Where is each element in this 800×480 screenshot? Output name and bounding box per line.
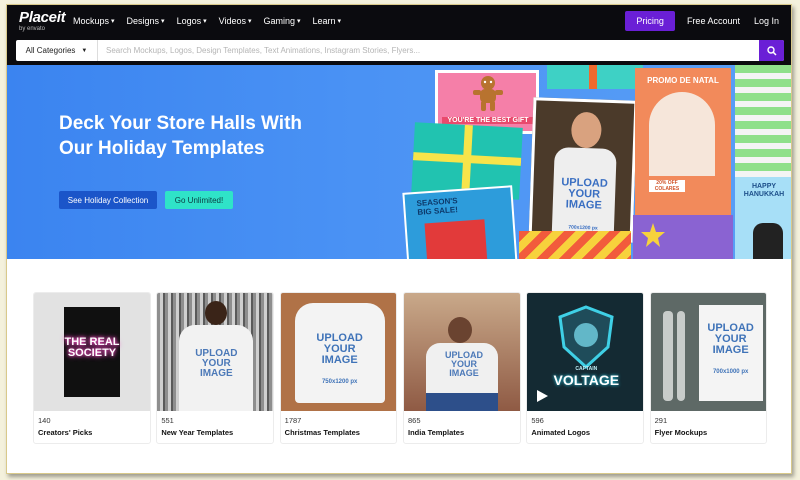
- category-card-creators-picks[interactable]: THE REAL SOCIETY 140 Creators' Picks: [33, 292, 151, 444]
- hero-upload-text: UPLOAD YOUR IMAGE: [561, 176, 608, 212]
- category-card-india[interactable]: UPLOAD YOUR IMAGE 865 India Templates: [402, 292, 521, 444]
- logo-subtext: by envato: [19, 26, 46, 32]
- card-thumbnail: CAPTAIN VOLTAGE: [527, 293, 644, 411]
- creators-picks-art: THE REAL SOCIETY: [64, 336, 120, 359]
- card-count: 1787: [284, 416, 302, 425]
- menu-label: Videos: [218, 16, 246, 26]
- hero-tile-gift-box-top: [547, 65, 643, 89]
- menu-label: Mockups: [73, 16, 110, 26]
- see-holiday-collection-button[interactable]: See Holiday Collection: [59, 191, 157, 209]
- hero-tile-sale-text: SEASON'S BIG SALE!: [416, 196, 459, 217]
- hero-tile-hanukkah-text: HAPPY HANUKKAH: [743, 183, 785, 198]
- hero-tile-hanukkah[interactable]: HAPPY HANUKKAH: [735, 177, 791, 259]
- card-count: 140: [38, 416, 51, 425]
- pricing-button[interactable]: Pricing: [625, 11, 675, 31]
- login-link[interactable]: Log In: [754, 16, 779, 26]
- menu-label: Learn: [312, 16, 336, 26]
- chevron-down-icon: ▾: [111, 18, 115, 25]
- card-thumbnail: UPLOAD YOUR IMAGE: [157, 293, 274, 411]
- card-thumbnail: THE REAL SOCIETY: [34, 293, 150, 411]
- card-title: Creators' Picks: [38, 428, 93, 437]
- chevron-down-icon: ▾: [203, 18, 207, 25]
- card-thumbnail: UPLOAD YOUR IMAGE 750x1200 px: [280, 293, 397, 411]
- hero-title: Deck Your Store Halls With Our Holiday T…: [59, 113, 303, 159]
- menu-label: Gaming: [263, 16, 295, 26]
- hero-tile-star: [633, 215, 733, 259]
- india-art: UPLOAD YOUR IMAGE: [444, 350, 483, 378]
- card-thumbnail: UPLOAD YOUR IMAGE: [403, 293, 520, 411]
- hero-tile-promo-text: PROMO DE NATAL: [647, 76, 719, 85]
- menu-label: Logos: [176, 16, 202, 26]
- hero-tile-stripes: [735, 65, 791, 185]
- go-unlimited-button[interactable]: Go Unlimited!: [165, 191, 233, 209]
- play-icon[interactable]: [535, 389, 549, 403]
- logo-text: Placeit: [19, 9, 66, 26]
- category-select-value: All Categories: [25, 46, 76, 55]
- shield-icon: [558, 305, 614, 369]
- category-cards: THE REAL SOCIETY 140 Creators' Picks UPL…: [33, 292, 773, 444]
- menu-learn[interactable]: Learn ▾: [313, 16, 342, 26]
- gingerbread-icon: [473, 76, 503, 111]
- flyer-art: UPLOAD YOUR IMAGE: [707, 322, 754, 356]
- free-account-link[interactable]: Free Account: [687, 16, 740, 26]
- christmas-art: UPLOAD YOUR IMAGE: [316, 332, 363, 366]
- search-bar: All Categories ▼: [7, 37, 791, 65]
- category-card-animated-logos[interactable]: CAPTAIN VOLTAGE 596 Animated Logos: [526, 292, 645, 444]
- card-count: 596: [531, 416, 544, 425]
- star-icon: [641, 223, 665, 247]
- hero-tile-colares-text: 20% OFF COLARES: [649, 180, 685, 192]
- search-input[interactable]: [98, 46, 759, 55]
- menu-gaming[interactable]: Gaming ▾: [263, 16, 300, 26]
- search-container: All Categories ▼: [16, 40, 784, 61]
- card-title: Flyer Mockups: [654, 428, 708, 437]
- hero-banner: Deck Your Store Halls With Our Holiday T…: [7, 65, 791, 259]
- hero-tile-tshirt-model[interactable]: UPLOAD YOUR IMAGE 700x1200 px: [528, 97, 638, 243]
- category-card-christmas[interactable]: UPLOAD YOUR IMAGE 750x1200 px 1787 Chris…: [279, 292, 398, 444]
- browser-frame: Placeit by envato Mockups ▾ Designs ▾ Logo…: [6, 4, 792, 474]
- hero-tile-promo[interactable]: PROMO DE NATAL 20% OFF COLARES: [635, 68, 731, 218]
- hero-tile-seasons-sale[interactable]: SEASON'S BIG SALE!: [402, 185, 518, 259]
- nav-right: Pricing Free Account Log In: [625, 11, 791, 31]
- card-title: India Templates: [407, 428, 465, 437]
- category-card-flyer-mockups[interactable]: UPLOAD YOUR IMAGE 700x1000 px 291 Flyer …: [649, 292, 768, 444]
- flyer-art-size: 700x1000 px: [712, 369, 749, 375]
- chevron-down-icon: ▾: [247, 18, 252, 25]
- search-button[interactable]: [759, 40, 784, 61]
- card-title: New Year Templates: [161, 428, 234, 437]
- logo-art: VOLTAGE: [553, 372, 620, 388]
- category-select[interactable]: All Categories ▼: [16, 40, 98, 61]
- search-icon: [766, 45, 777, 56]
- placeit-logo[interactable]: Placeit by envato: [19, 9, 66, 32]
- card-count: 551: [161, 416, 174, 425]
- christmas-art-size: 750x1200 px: [321, 379, 358, 385]
- menu-designs[interactable]: Designs ▾: [127, 16, 165, 26]
- card-thumbnail: UPLOAD YOUR IMAGE 700x1000 px: [650, 293, 767, 411]
- category-card-new-year[interactable]: UPLOAD YOUR IMAGE 551 New Year Templates: [156, 292, 275, 444]
- new-year-art: UPLOAD YOUR IMAGE: [195, 348, 238, 379]
- main-menu: Mockups ▾ Designs ▾ Logos ▾ Videos ▾ Gaming ▾…: [73, 16, 353, 26]
- menu-mockups[interactable]: Mockups ▾: [73, 16, 115, 26]
- card-title: Christmas Templates: [284, 428, 360, 437]
- chevron-down-icon: ▼: [81, 47, 88, 54]
- hero-tile-pattern: [519, 231, 631, 259]
- menu-label: Designs: [126, 16, 160, 26]
- top-navigation: Placeit by envato Mockups ▾ Designs ▾ Logo…: [7, 5, 791, 37]
- menu-videos[interactable]: Videos ▾: [219, 16, 252, 26]
- hero-tile-best-gift-text: YOU'RE THE BEST GIFT: [442, 117, 534, 124]
- chevron-down-icon: ▾: [297, 18, 301, 25]
- card-title: Animated Logos: [531, 428, 591, 437]
- card-count: 291: [654, 416, 668, 425]
- menu-logos[interactable]: Logos ▾: [177, 16, 207, 26]
- chevron-down-icon: ▾: [161, 18, 165, 25]
- card-count: 865: [407, 416, 421, 425]
- chevron-down-icon: ▾: [337, 18, 342, 25]
